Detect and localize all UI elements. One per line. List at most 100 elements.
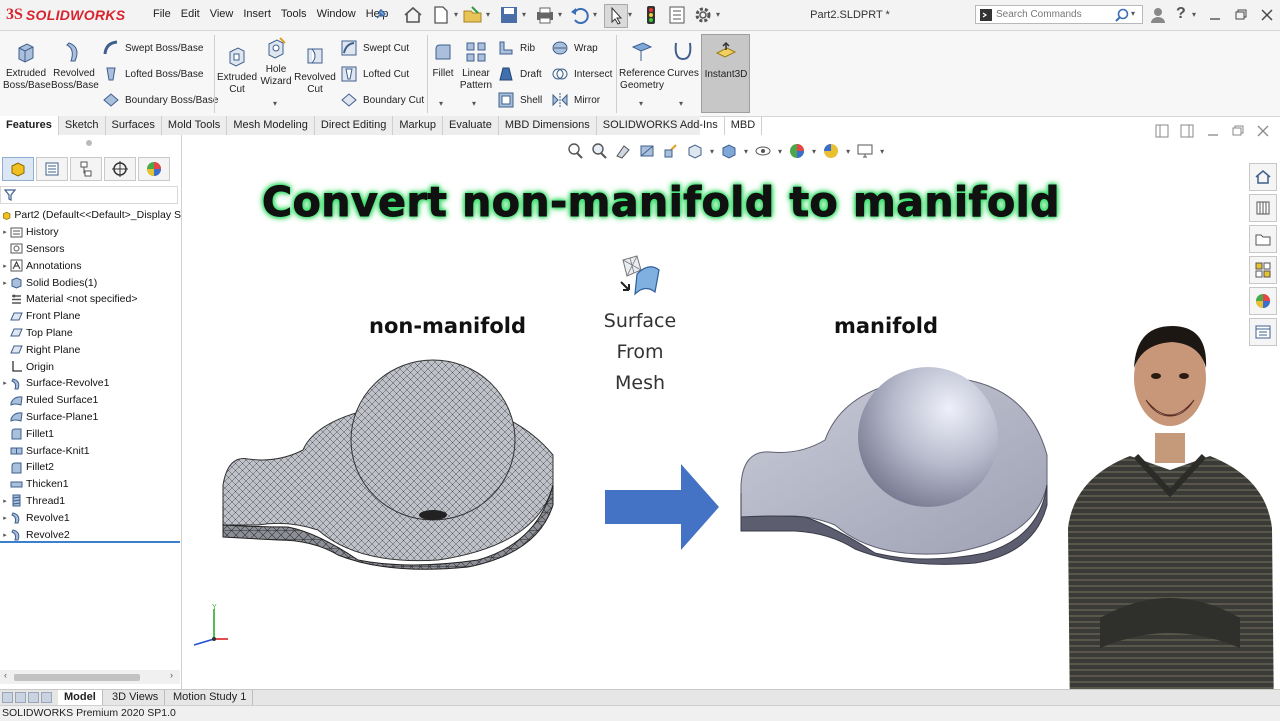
chevron-down-icon[interactable]: ▾ xyxy=(522,10,526,19)
property-manager-tab[interactable] xyxy=(36,157,68,181)
minimize-icon[interactable] xyxy=(1206,6,1224,24)
tab-3d-views[interactable]: 3D Views xyxy=(106,690,166,705)
tree-item[interactable]: ▸ History xyxy=(0,224,181,241)
expand-arrow-icon[interactable]: ▸ xyxy=(0,262,10,270)
menu-insert[interactable]: Insert xyxy=(238,8,276,20)
chevron-down-icon[interactable]: ▾ xyxy=(1192,10,1196,19)
reference-geometry-button[interactable]: Reference Geometry xyxy=(619,39,665,92)
tree-item[interactable]: Surface-Knit1 xyxy=(0,442,181,459)
revolved-cut-button[interactable]: Revolved Cut xyxy=(294,43,336,96)
tab-markup[interactable]: Markup xyxy=(393,116,444,135)
lofted-boss-button[interactable]: Lofted Boss/Base xyxy=(102,65,203,83)
display-style-icon[interactable] xyxy=(720,142,738,160)
rib-button[interactable]: Rib xyxy=(497,39,535,57)
tab-evaluate[interactable]: Evaluate xyxy=(443,116,499,135)
menu-file[interactable]: File xyxy=(148,8,176,20)
tree-item[interactable]: Origin xyxy=(0,358,181,375)
fillet-button[interactable]: Fillet xyxy=(430,39,456,80)
draft-button[interactable]: Draft xyxy=(497,65,542,83)
tree-item[interactable]: Sensors xyxy=(0,241,181,258)
home-icon[interactable] xyxy=(402,4,424,26)
undo-icon[interactable] xyxy=(569,4,591,26)
restore-icon[interactable] xyxy=(1232,6,1250,24)
tree-item[interactable]: Fillet2 xyxy=(0,459,181,476)
chevron-down-icon[interactable]: ▾ xyxy=(744,147,748,156)
custom-properties-tab[interactable] xyxy=(1249,318,1277,346)
edit-appearance-icon[interactable] xyxy=(788,142,806,160)
tab-solidworks-add-ins[interactable]: SOLIDWORKS Add-Ins xyxy=(597,116,725,135)
instant3d-button[interactable]: Instant3D xyxy=(701,34,750,113)
tab-surfaces[interactable]: Surfaces xyxy=(106,116,162,135)
chevron-down-icon[interactable]: ▾ xyxy=(679,99,683,108)
menu-edit[interactable]: Edit xyxy=(176,8,205,20)
solidworks-logo[interactable]: 3S SOLIDWORKS xyxy=(6,4,134,26)
file-properties-icon[interactable] xyxy=(666,4,688,26)
chevron-down-icon[interactable]: ▾ xyxy=(558,10,562,19)
viewport-tile-right-icon[interactable] xyxy=(1180,124,1194,138)
tab-motion-study-1[interactable]: Motion Study 1 xyxy=(167,690,254,705)
pin-icon[interactable] xyxy=(374,9,386,21)
select-cursor-icon[interactable] xyxy=(604,4,628,28)
rebuild-traffic-light-icon[interactable] xyxy=(640,4,662,26)
tree-filter-field[interactable] xyxy=(0,186,178,204)
appearances-scenes-tab[interactable] xyxy=(1249,287,1277,315)
shell-button[interactable]: Shell xyxy=(497,91,542,109)
extruded-cut-button[interactable]: Extruded Cut xyxy=(216,43,258,96)
tab-mbd-dimensions[interactable]: MBD Dimensions xyxy=(499,116,597,135)
tree-root-part[interactable]: Part2 (Default<<Default>_Display S xyxy=(0,207,181,224)
apply-scene-icon[interactable] xyxy=(822,142,840,160)
file-explorer-tab[interactable] xyxy=(1249,225,1277,253)
expand-arrow-icon[interactable]: ▸ xyxy=(0,379,10,387)
chevron-down-icon[interactable]: ▾ xyxy=(812,147,816,156)
lofted-cut-button[interactable]: Lofted Cut xyxy=(340,65,409,83)
scrollbar-thumb[interactable] xyxy=(14,674,140,681)
gear-icon[interactable] xyxy=(692,4,714,26)
view-palette-tab[interactable] xyxy=(1249,256,1277,284)
next-tab-icon[interactable] xyxy=(28,692,39,703)
open-folder-icon[interactable] xyxy=(462,4,484,26)
viewport-close-icon[interactable] xyxy=(1256,124,1270,138)
view-settings-monitor-icon[interactable] xyxy=(856,142,874,160)
chevron-down-icon[interactable]: ▾ xyxy=(1131,9,1135,18)
viewport-tile-left-icon[interactable] xyxy=(1155,124,1169,138)
tree-item[interactable]: Material <not specified> xyxy=(0,291,181,308)
chevron-down-icon[interactable]: ▾ xyxy=(486,10,490,19)
user-account-icon[interactable] xyxy=(1149,6,1167,24)
tree-item[interactable]: Front Plane xyxy=(0,308,181,325)
zoom-to-area-icon[interactable] xyxy=(590,142,608,160)
chevron-down-icon[interactable]: ▾ xyxy=(593,10,597,19)
first-tab-icon[interactable] xyxy=(2,692,13,703)
close-icon[interactable] xyxy=(1258,6,1276,24)
expand-arrow-icon[interactable]: ▸ xyxy=(0,228,10,236)
curves-button[interactable]: Curves xyxy=(667,39,699,80)
feature-manager-tree-tab[interactable] xyxy=(2,157,34,181)
viewport-restore-icon[interactable] xyxy=(1231,124,1245,138)
scroll-left-icon[interactable]: ‹ xyxy=(4,670,7,680)
tab-features[interactable]: Features xyxy=(0,116,59,135)
new-document-icon[interactable] xyxy=(430,4,452,26)
tree-item[interactable]: Ruled Surface1 xyxy=(0,392,181,409)
expand-arrow-icon[interactable]: ▸ xyxy=(0,279,10,287)
tree-item[interactable]: Right Plane xyxy=(0,341,181,358)
chevron-down-icon[interactable]: ▾ xyxy=(439,99,443,108)
search-icon[interactable] xyxy=(1115,8,1129,22)
print-icon[interactable] xyxy=(534,4,556,26)
menu-window[interactable]: Window xyxy=(312,8,361,20)
chevron-down-icon[interactable]: ▾ xyxy=(454,10,458,19)
chevron-down-icon[interactable]: ▾ xyxy=(846,147,850,156)
section-view-icon[interactable] xyxy=(638,142,656,160)
boundary-boss-button[interactable]: Boundary Boss/Base xyxy=(102,91,218,109)
chevron-down-icon[interactable]: ▾ xyxy=(628,10,632,19)
chevron-down-icon[interactable]: ▾ xyxy=(273,99,277,108)
tab-sketch[interactable]: Sketch xyxy=(59,116,106,135)
configuration-manager-tab[interactable] xyxy=(70,157,102,181)
revolved-boss-button[interactable]: Revolved Boss/Base xyxy=(51,39,99,92)
previous-view-icon[interactable] xyxy=(614,142,632,160)
boundary-cut-button[interactable]: Boundary Cut xyxy=(340,91,424,109)
dynamic-annotation-icon[interactable] xyxy=(662,142,680,160)
dimxpert-manager-tab[interactable] xyxy=(104,157,136,181)
solidworks-resources-tab[interactable] xyxy=(1249,163,1277,191)
view-orientation-icon[interactable] xyxy=(686,142,704,160)
expand-arrow-icon[interactable]: ▸ xyxy=(0,531,10,539)
tab-mesh-modeling[interactable]: Mesh Modeling xyxy=(227,116,315,135)
